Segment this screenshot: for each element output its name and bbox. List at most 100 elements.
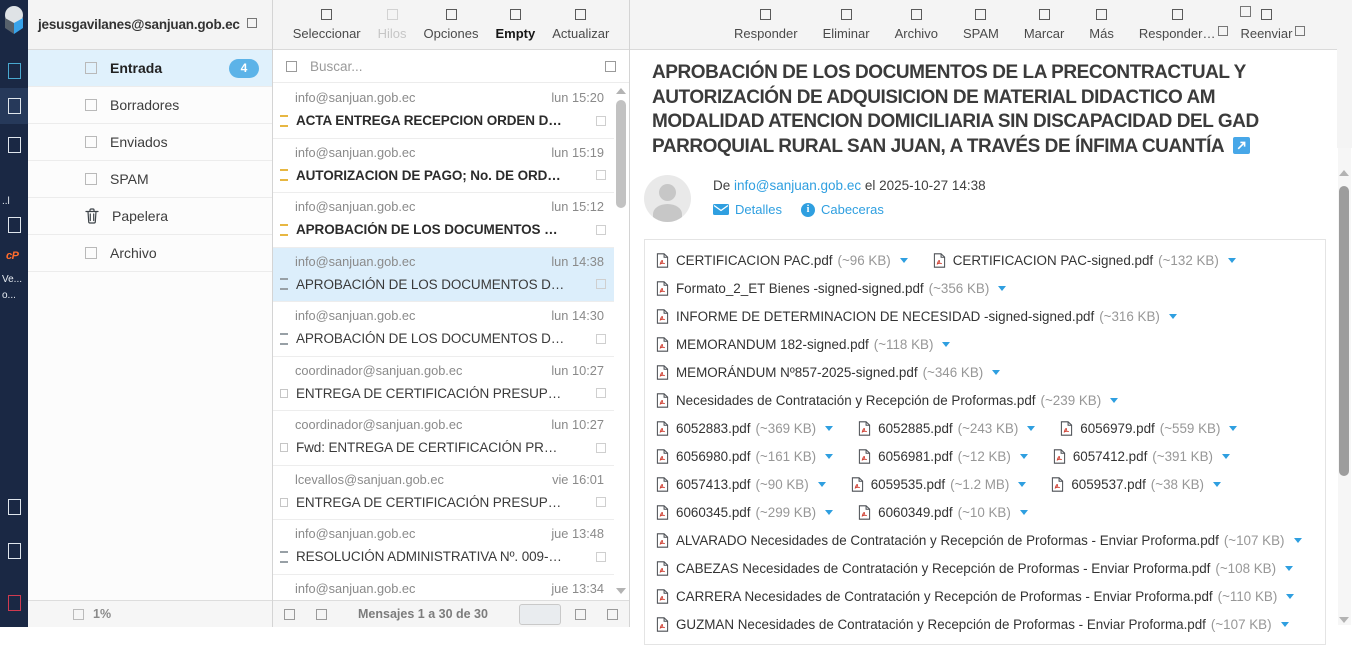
attachment-dropdown-icon[interactable] [825,510,833,515]
toolbar-button-opciones[interactable]: Opciones [424,9,479,41]
message-checkbox[interactable] [596,334,606,344]
attachment-item[interactable]: CERTIFICACION PAC-signed.pdf (~132 KB) [933,253,1236,268]
attachment-dropdown-icon[interactable] [942,342,950,347]
message-checkbox[interactable] [596,443,606,453]
account-dropdown-icon[interactable] [247,18,257,28]
folder-item-spam[interactable]: SPAM [28,161,272,198]
footer-next-icon[interactable] [575,609,586,620]
toolbar-button-seleccionar[interactable]: Seleccionar [293,9,361,41]
attachment-dropdown-icon[interactable] [1228,258,1236,263]
toolbar-button-hilos[interactable]: Hilos [378,9,407,41]
attachment-dropdown-icon[interactable] [1169,314,1177,319]
message-checkbox[interactable] [596,279,606,289]
scroll-down-arrow-icon[interactable] [616,588,626,594]
open-in-new-window-icon[interactable] [1233,137,1250,154]
folder-item-entrada[interactable]: Entrada 4 [28,50,272,87]
toolbar-button-archivo[interactable]: Archivo [895,9,938,41]
attachment-item[interactable]: 6052885.pdf (~243 KB) [858,421,1035,436]
attachment-dropdown-icon[interactable] [1110,398,1118,403]
folder-item-enviados[interactable]: Enviados [28,124,272,161]
message-list-scrollbar[interactable] [615,86,627,596]
rail-app-icon-4[interactable] [0,210,28,240]
headers-link[interactable]: i Cabeceras [801,202,884,217]
rail-app-icon-5[interactable] [0,492,28,522]
rail-app-icon-logout[interactable] [0,588,28,618]
message-list-item[interactable]: info@sanjuan.gob.ec jue 13:34 [273,575,614,601]
toolbar-button-reenviar[interactable]: Reenviar [1240,9,1292,41]
reader-scrollbar[interactable] [1338,148,1351,625]
message-list-item[interactable]: info@sanjuan.gob.ec lun 15:20 ACTA ENTRE… [273,84,614,139]
toolbar-button-responder[interactable]: Responder… [1139,9,1216,41]
attachment-dropdown-icon[interactable] [900,258,908,263]
message-checkbox[interactable] [596,225,606,235]
toolbar-button-marcar[interactable]: Marcar [1024,9,1064,41]
attachment-item[interactable]: CARRERA Necesidades de Contratación y Re… [656,589,1294,604]
toolbar-button-ms[interactable]: Más [1089,9,1114,41]
attachment-dropdown-icon[interactable] [1285,566,1293,571]
account-header[interactable]: jesusgavilanes@sanjuan.gob.ec [28,0,272,50]
message-list-item[interactable]: info@sanjuan.gob.ec lun 14:30 APROBACIÓN… [273,302,614,357]
attachment-item[interactable]: 6059535.pdf (~1.2 MB) [851,477,1027,492]
attachment-item[interactable]: 6052883.pdf (~369 KB) [656,421,833,436]
footer-prev-page-icon[interactable] [284,609,295,620]
attachment-dropdown-icon[interactable] [1229,426,1237,431]
search-input[interactable] [308,58,597,75]
message-list-item[interactable]: coordinador@sanjuan.gob.ec lun 10:27 Fwd… [273,411,614,466]
attachment-item[interactable]: CERTIFICACION PAC.pdf (~96 KB) [656,253,908,268]
attachment-item[interactable]: 6060349.pdf (~10 KB) [858,505,1028,520]
message-checkbox[interactable] [596,552,606,562]
dropdown-arrow-icon[interactable] [1218,26,1228,36]
message-checkbox[interactable] [596,388,606,398]
attachment-item[interactable]: 6060345.pdf (~299 KB) [656,505,833,520]
attachment-item[interactable]: Necesidades de Contratación y Recepción … [656,393,1118,408]
message-list-item[interactable]: lcevallos@sanjuan.gob.ec vie 16:01 ENTRE… [273,466,614,521]
attachment-item[interactable]: MEMORÁNDUM Nº857-2025-signed.pdf (~346 K… [656,365,1000,380]
message-list-item[interactable]: info@sanjuan.gob.ec jue 13:48 RESOLUCIÓN… [273,520,614,575]
attachment-dropdown-icon[interactable] [1222,454,1230,459]
toolbar-button-responder[interactable]: Responder [734,9,798,41]
attachment-dropdown-icon[interactable] [1020,454,1028,459]
cpanel-logo[interactable]: cP [6,250,18,262]
details-link[interactable]: Detalles [713,202,782,217]
footer-prev-icon[interactable] [316,609,327,620]
attachment-item[interactable]: 6056979.pdf (~559 KB) [1060,421,1237,436]
attachment-dropdown-icon[interactable] [1018,482,1026,487]
select-all-checkbox[interactable] [286,61,297,72]
attachment-dropdown-icon[interactable] [818,482,826,487]
rail-app-icon-3[interactable] [0,130,28,160]
attachment-item[interactable]: CABEZAS Necesidades de Contratación y Re… [656,561,1293,576]
page-input[interactable] [519,604,561,625]
attachment-item[interactable]: MEMORANDUM 182-signed.pdf (~118 KB) [656,337,950,352]
folder-item-borradores[interactable]: Borradores [28,87,272,124]
toolbar-button-empty[interactable]: Empty [495,9,535,41]
message-list-item[interactable]: coordinador@sanjuan.gob.ec lun 10:27 ENT… [273,357,614,412]
sender-email-link[interactable]: info@sanjuan.gob.ec [734,178,861,193]
attachment-dropdown-icon[interactable] [998,286,1006,291]
attachment-dropdown-icon[interactable] [1281,622,1289,627]
attachment-dropdown-icon[interactable] [992,370,1000,375]
attachment-item[interactable]: Formato_2_ET Bienes -signed-signed.pdf (… [656,281,1006,296]
attachment-item[interactable]: 6056980.pdf (~161 KB) [656,449,833,464]
rail-app-icon-6[interactable] [0,536,28,566]
attachment-item[interactable]: ALVARADO Necesidades de Contratación y R… [656,533,1302,548]
scroll-up-arrow-icon[interactable] [1339,170,1349,176]
webmail-logo-icon[interactable] [2,5,26,37]
attachment-dropdown-icon[interactable] [1286,594,1294,599]
message-list-item[interactable]: info@sanjuan.gob.ec lun 15:12 APROBACIÓN… [273,193,614,248]
dropdown-arrow-icon[interactable] [1295,26,1305,36]
message-checkbox[interactable] [596,116,606,126]
attachment-dropdown-icon[interactable] [825,426,833,431]
attachment-dropdown-icon[interactable] [825,454,833,459]
toolbar-button-actualizar[interactable]: Actualizar [552,9,609,41]
scrollbar-thumb[interactable] [616,100,626,208]
message-checkbox[interactable] [596,497,606,507]
scroll-up-arrow-icon[interactable] [616,88,626,94]
attachment-item[interactable]: 6057412.pdf (~391 KB) [1053,449,1230,464]
attachment-item[interactable]: INFORME DE DETERMINACION DE NECESIDAD -s… [656,309,1177,324]
message-checkbox[interactable] [596,170,606,180]
toolbar-button-spam[interactable]: SPAM [963,9,999,41]
folder-item-archivo[interactable]: Archivo [28,235,272,272]
message-list-item[interactable]: info@sanjuan.gob.ec lun 14:38 APROBACIÓN… [273,248,614,303]
attachment-item[interactable]: 6059537.pdf (~38 KB) [1051,477,1221,492]
attachment-dropdown-icon[interactable] [1027,426,1035,431]
